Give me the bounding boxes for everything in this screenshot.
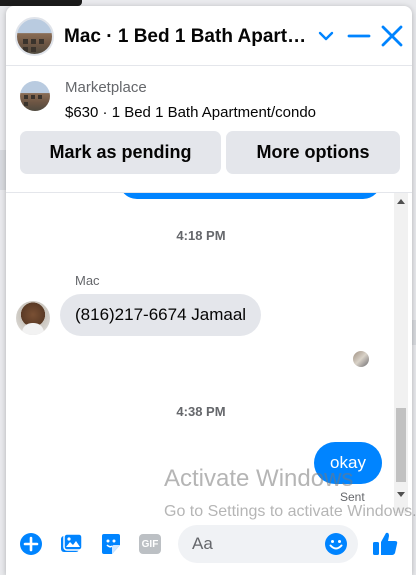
- gif-icon[interactable]: GIF: [139, 534, 161, 554]
- more-options-button[interactable]: More options: [226, 131, 400, 174]
- scroll-thumb[interactable]: [396, 408, 406, 482]
- photo-icon[interactable]: [58, 531, 84, 557]
- emoji-icon[interactable]: [324, 532, 348, 556]
- activate-windows-subtitle: Go to Settings to activate Windows.: [164, 503, 416, 520]
- listing-avatar[interactable]: [15, 17, 54, 56]
- sender-name: Mac: [75, 273, 100, 288]
- incoming-message[interactable]: (816)217-6674 Jamaal: [60, 294, 262, 336]
- listing-thumbnail[interactable]: [20, 81, 50, 111]
- previous-outgoing-bubble: [119, 193, 381, 199]
- marketplace-listing-card: Marketplace $630 · 1 Bed 1 Bath Apartmen…: [6, 67, 412, 193]
- listing-source: Marketplace: [65, 79, 147, 96]
- plus-icon[interactable]: [18, 531, 44, 557]
- sticker-icon[interactable]: [98, 531, 124, 557]
- scrollbar[interactable]: [394, 193, 408, 513]
- chat-header[interactable]: Mac · 1 Bed 1 Bath Apartm…: [6, 6, 412, 66]
- activate-windows-watermark: Activate Windows: [164, 465, 354, 492]
- message-composer: GIF: [6, 513, 412, 575]
- read-receipt-avatar: [353, 351, 369, 367]
- close-icon[interactable]: [378, 22, 406, 50]
- scroll-down-arrow[interactable]: [397, 492, 405, 497]
- like-icon[interactable]: [370, 529, 400, 559]
- timestamp: 4:38 PM: [176, 404, 226, 419]
- chevron-down-icon[interactable]: [312, 22, 340, 50]
- sender-avatar[interactable]: [16, 301, 50, 335]
- timestamp: 4:18 PM: [176, 228, 226, 243]
- minimize-icon[interactable]: [345, 22, 373, 50]
- listing-title[interactable]: $630 · 1 Bed 1 Bath Apartment/condo: [65, 104, 316, 121]
- scroll-up-arrow[interactable]: [397, 199, 405, 204]
- conversation-title[interactable]: Mac · 1 Bed 1 Bath Apartm…: [64, 26, 314, 48]
- mark-as-pending-button[interactable]: Mark as pending: [20, 131, 221, 174]
